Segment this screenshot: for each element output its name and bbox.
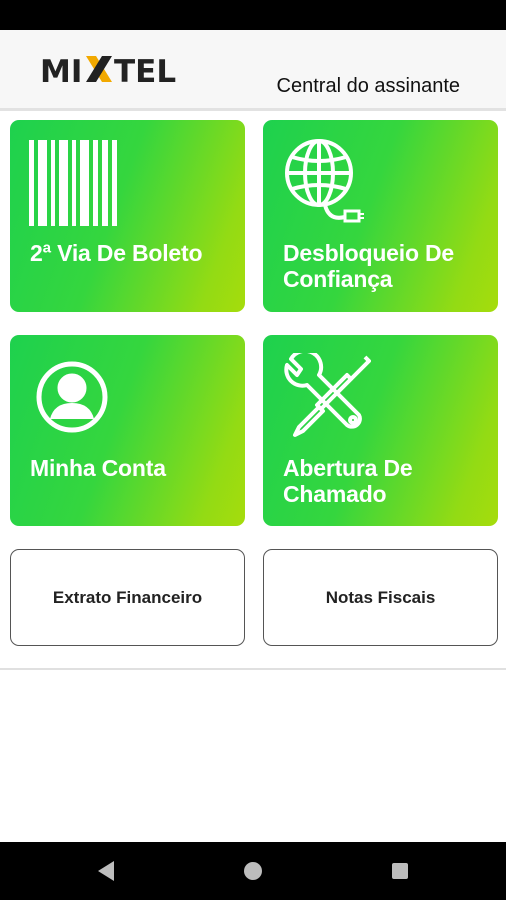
svg-text:TEL: TEL — [114, 54, 176, 86]
tile-minha-conta[interactable]: Minha Conta — [10, 335, 245, 526]
tile-label: 2ª Via De Boleto — [30, 240, 203, 266]
svg-text:MI: MI — [40, 54, 82, 86]
tile-abertura-chamado[interactable]: Abertura De Chamado — [263, 335, 498, 526]
tile-label: Abertura De Chamado — [283, 455, 413, 507]
status-bar — [0, 0, 506, 30]
notas-fiscais-button[interactable]: Notas Fiscais — [263, 549, 498, 646]
barcode-icon — [29, 140, 117, 226]
tile-label: Minha Conta — [30, 455, 166, 481]
tools-icon — [281, 353, 371, 443]
app-header: MI TEL Central do assinante — [0, 30, 506, 111]
globe-network-icon — [285, 137, 365, 227]
tile-label: Desbloqueio De Confiança — [283, 240, 455, 292]
page-title: Central do assinante — [276, 75, 460, 97]
navigation-bar — [0, 842, 506, 900]
recents-icon[interactable] — [388, 859, 412, 883]
tile-boleto[interactable]: 2ª Via De Boleto — [10, 120, 245, 312]
divider — [0, 668, 506, 670]
back-icon[interactable] — [94, 859, 118, 883]
tile-desbloqueio[interactable]: Desbloqueio De Confiança — [263, 120, 498, 312]
user-icon — [36, 361, 108, 433]
extrato-financeiro-button[interactable]: Extrato Financeiro — [10, 549, 245, 646]
mixtel-logo: MI TEL — [40, 52, 185, 90]
home-icon[interactable] — [241, 859, 265, 883]
